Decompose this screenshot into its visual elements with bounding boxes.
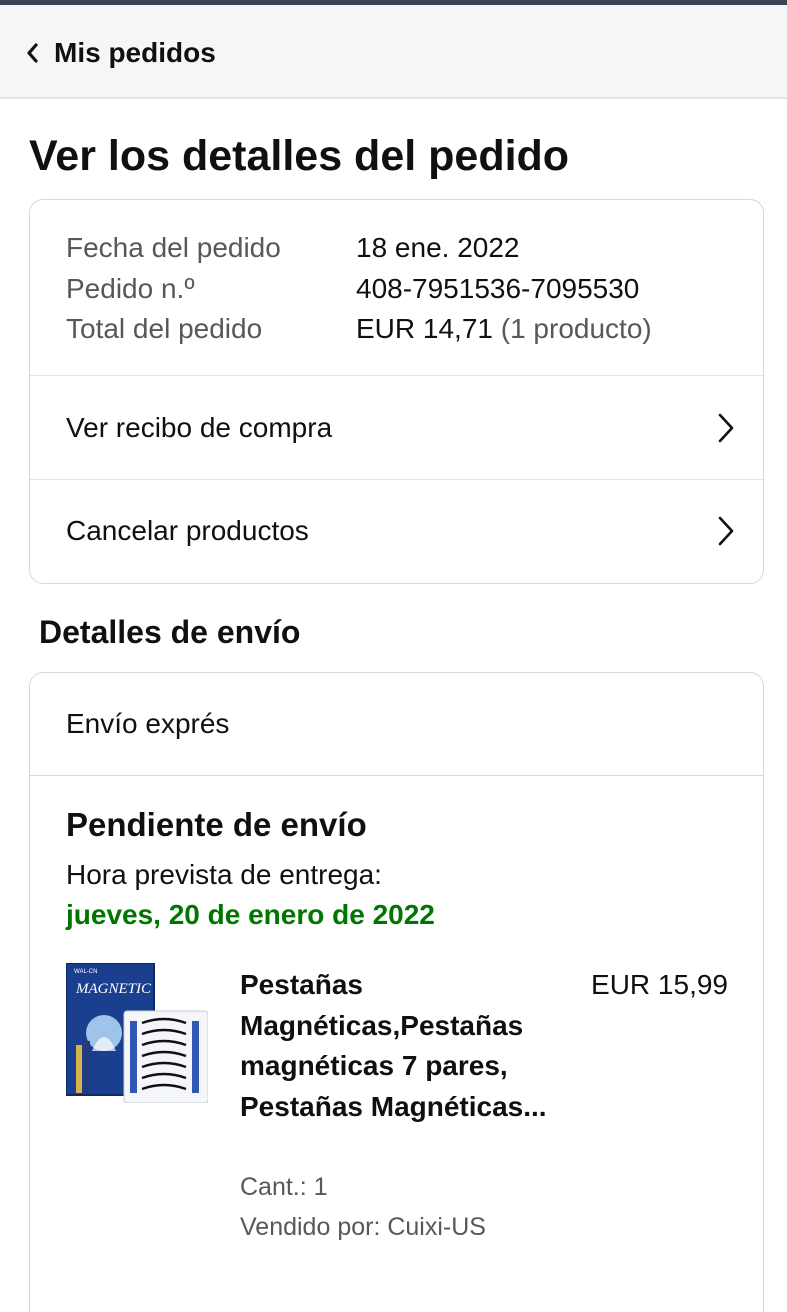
chevron-right-icon bbox=[718, 413, 734, 442]
product-price: EUR 15,99 bbox=[591, 969, 728, 1000]
cancel-items-link[interactable]: Cancelar productos bbox=[30, 479, 763, 582]
page-title: Ver los detalles del pedido bbox=[29, 132, 570, 180]
delivery-eta-date: jueves, 20 de enero de 2022 bbox=[66, 899, 435, 930]
chevron-right-icon bbox=[718, 516, 734, 546]
product-image-brand: WAL-CN bbox=[74, 969, 97, 975]
order-total-value: EUR 14,71 (1 producto) bbox=[356, 313, 652, 345]
delivery-eta-label: Hora prevista de entrega: bbox=[66, 859, 382, 890]
view-receipt-link[interactable]: Ver recibo de compra bbox=[30, 376, 763, 479]
order-total-amount: EUR 14,71 bbox=[356, 313, 493, 345]
cancel-items-label: Cancelar productos bbox=[66, 515, 309, 546]
top-navigation-bar: Mis pedidos bbox=[0, 5, 787, 99]
shipping-section-title: Detalles de envío bbox=[39, 614, 301, 650]
back-label: Mis pedidos bbox=[54, 37, 216, 68]
order-info: Fecha del pedido 18 ene. 2022 Pedido n.º… bbox=[30, 200, 763, 376]
order-total-label: Total del pedido bbox=[66, 313, 263, 345]
order-number-value: 408-7951536-7095530 bbox=[356, 272, 640, 304]
product-image-title: MAGNETIC bbox=[75, 981, 152, 997]
product-seller: Vendido por: Cuixi-US bbox=[240, 1213, 486, 1241]
view-receipt-label: Ver recibo de compra bbox=[66, 411, 333, 443]
product-quantity: Cant.: 1 bbox=[240, 1173, 328, 1201]
order-number-row: Pedido n.º 408-7951536-7095530 bbox=[30, 269, 763, 310]
order-date-row: Fecha del pedido 18 ene. 2022 bbox=[30, 228, 763, 269]
shipping-method: Envío exprés bbox=[30, 673, 763, 776]
product-name-link[interactable]: Pestañas Magnéticas,Pestañas magnéticas … bbox=[240, 965, 550, 1127]
product-image[interactable]: WAL-CN MAGNETIC bbox=[66, 963, 208, 1103]
order-date-value: 18 ene. 2022 bbox=[356, 232, 520, 264]
chevron-left-icon bbox=[27, 43, 38, 63]
back-to-orders-link[interactable]: Mis pedidos bbox=[26, 33, 216, 73]
order-item-count: (1 producto) bbox=[500, 313, 652, 345]
order-total-row: Total del pedido EUR 14,71 (1 producto) bbox=[30, 309, 763, 350]
shipping-card: Envío exprés Pendiente de envío Hora pre… bbox=[29, 672, 764, 1312]
order-date-label: Fecha del pedido bbox=[66, 232, 281, 264]
order-number-label: Pedido n.º bbox=[66, 272, 195, 304]
order-summary-card: Fecha del pedido 18 ene. 2022 Pedido n.º… bbox=[29, 199, 764, 584]
shipment-status: Pendiente de envío bbox=[66, 806, 367, 843]
